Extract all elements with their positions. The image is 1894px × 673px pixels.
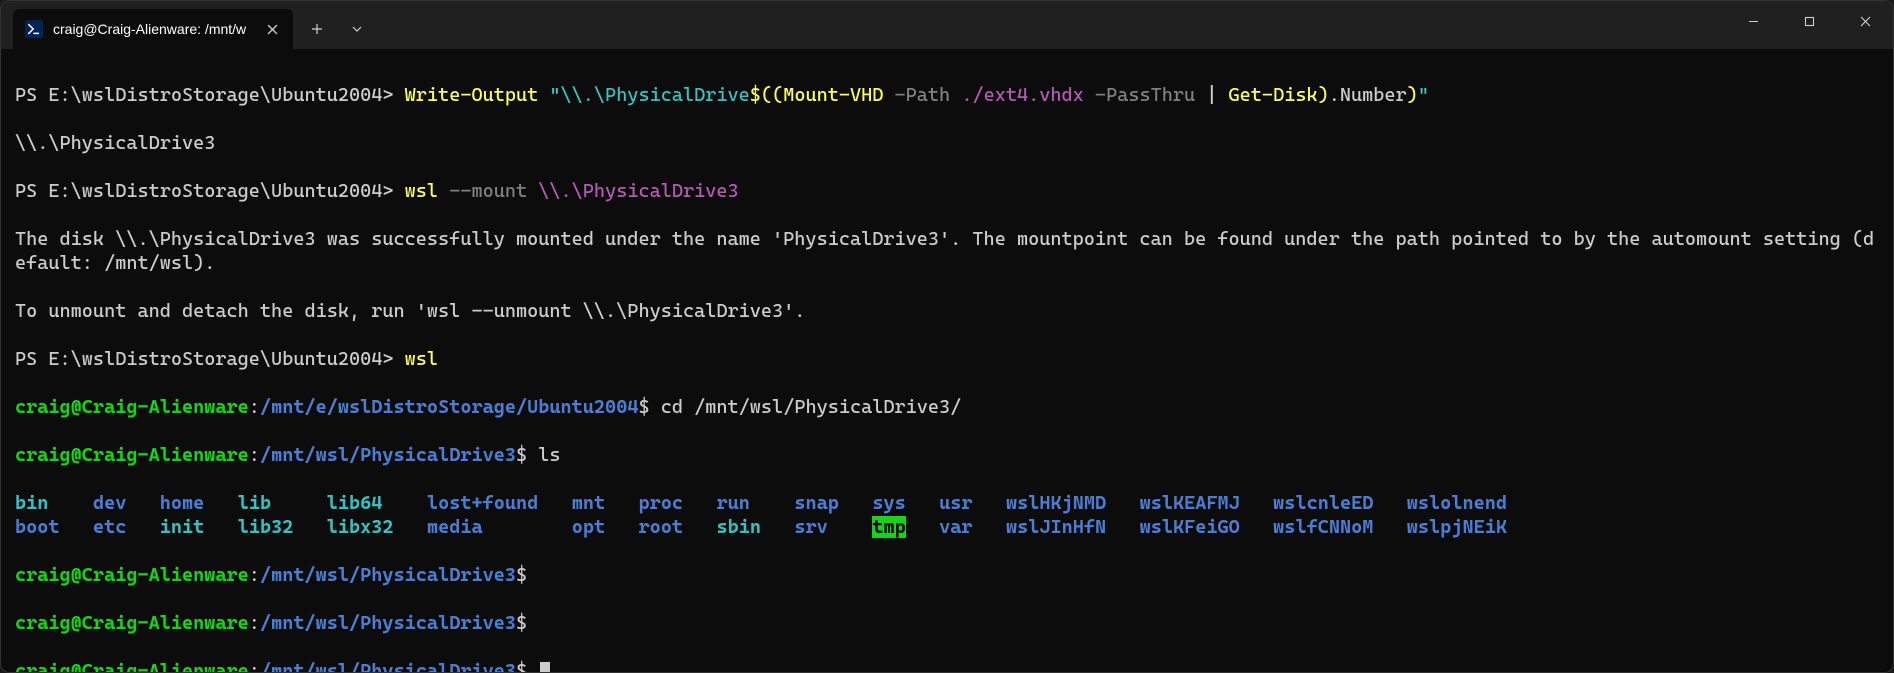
ls-entry: wslolnend: [1407, 492, 1507, 514]
ls-entry: root: [639, 516, 684, 538]
ls-entry: lib: [238, 492, 271, 514]
ls-output: bin dev home lib lib64 lost+found mnt pr…: [15, 491, 1879, 539]
bash-user: craig@Craig-Alienware: [15, 396, 249, 418]
ls-entry: wslKEAFMJ: [1140, 492, 1240, 514]
terminal-line: PS E:\wslDistroStorage\Ubuntu2004> wsl: [15, 347, 1879, 371]
ls-entry: lost+found: [427, 492, 538, 514]
ls-entry: dev: [93, 492, 126, 514]
ls-entry: usr: [939, 492, 972, 514]
ps-prompt: PS E:\wslDistroStorage\Ubuntu2004>: [15, 84, 405, 106]
ls-entry: proc: [639, 492, 684, 514]
close-button[interactable]: [1837, 1, 1893, 41]
ps-command: Get-Disk: [1229, 84, 1318, 106]
terminal-line: PS E:\wslDistroStorage\Ubuntu2004> Write…: [15, 83, 1879, 107]
bash-path: /mnt/wsl/PhysicalDrive3: [260, 660, 516, 672]
ls-entry: boot: [15, 516, 60, 538]
ls-entry: mnt: [572, 492, 605, 514]
ls-entry: libx32: [327, 516, 394, 538]
bash-user: craig@Craig-Alienware: [15, 444, 249, 466]
ps-param: -Path: [883, 84, 961, 106]
ls-entry: lib64: [327, 492, 383, 514]
window-controls: [1725, 1, 1893, 41]
terminal-line: craig@Craig-Alienware:/mnt/wsl/PhysicalD…: [15, 611, 1879, 635]
minimize-button[interactable]: [1725, 1, 1781, 41]
tab-title: craig@Craig-Alienware: /mnt/w: [53, 21, 253, 37]
powershell-icon: [25, 20, 43, 38]
ps-arg: \\.\PhysicalDrive3: [538, 180, 738, 202]
bash-user: craig@Craig-Alienware: [15, 660, 249, 672]
ps-command: wsl: [405, 180, 438, 202]
terminal-line: PS E:\wslDistroStorage\Ubuntu2004> wsl -…: [15, 179, 1879, 203]
terminal-line: \\.\PhysicalDrive3: [15, 131, 1879, 155]
ls-entry: opt: [572, 516, 605, 538]
ls-row: boot etc init lib32 libx32 media opt roo…: [15, 515, 1879, 539]
ls-entry: wslfCNNoM: [1273, 516, 1373, 538]
maximize-button[interactable]: [1781, 1, 1837, 41]
ls-entry: wslJInHfN: [1006, 516, 1106, 538]
bash-path: /mnt/wsl/PhysicalDrive3: [260, 564, 516, 586]
tab-dropdown-button[interactable]: [339, 11, 375, 47]
ps-param: --mount: [438, 180, 538, 202]
cursor: [540, 662, 550, 672]
ls-entry: init: [160, 516, 205, 538]
bash-path: /mnt/wsl/PhysicalDrive3: [260, 444, 516, 466]
tab-controls: [299, 9, 375, 49]
ls-entry: wslcnleED: [1273, 492, 1373, 514]
ls-entry: srv: [794, 516, 827, 538]
ls-entry: lib32: [238, 516, 294, 538]
terminal-window: craig@Craig-Alienware: /mnt/w: [0, 0, 1894, 673]
terminal-line: craig@Craig-Alienware:/mnt/wsl/PhysicalD…: [15, 443, 1879, 467]
ls-entry: bin: [15, 492, 48, 514]
output-text: To unmount and detach the disk, run 'wsl…: [15, 300, 805, 322]
terminal-line: The disk \\.\PhysicalDrive3 was successf…: [15, 227, 1879, 275]
terminal-line: craig@Craig-Alienware:/mnt/wsl/PhysicalD…: [15, 563, 1879, 587]
title-bar: craig@Craig-Alienware: /mnt/w: [1, 1, 1893, 49]
ps-param: -PassThru: [1084, 84, 1206, 106]
ps-prompt: PS E:\wslDistroStorage\Ubuntu2004>: [15, 180, 405, 202]
ls-entry: wslKFeiGO: [1140, 516, 1240, 538]
terminal-line: craig@Craig-Alienware:/mnt/wsl/PhysicalD…: [15, 659, 1879, 672]
terminal-line: craig@Craig-Alienware:/mnt/e/wslDistroSt…: [15, 395, 1879, 419]
bash-user: craig@Craig-Alienware: [15, 612, 249, 634]
ls-entry: wslHKjNMD: [1006, 492, 1106, 514]
bash-path: /mnt/e/wslDistroStorage/Ubuntu2004: [260, 396, 639, 418]
bash-command: cd /mnt/wsl/PhysicalDrive3/: [650, 396, 962, 418]
bash-command: ls: [527, 444, 560, 466]
ps-string: "\\.\PhysicalDrive: [549, 84, 749, 106]
ps-command: Write-Output: [405, 84, 539, 106]
bash-user: craig@Craig-Alienware: [15, 564, 249, 586]
output-text: \\.\PhysicalDrive3: [15, 132, 215, 154]
ps-command: wsl: [405, 348, 438, 370]
ls-entry: sbin: [716, 516, 761, 538]
ps-prompt: PS E:\wslDistroStorage\Ubuntu2004>: [15, 348, 405, 370]
ls-entry: sys: [872, 492, 905, 514]
ps-command: Mount-VHD: [783, 84, 883, 106]
ls-row: bin dev home lib lib64 lost+found mnt pr…: [15, 491, 1879, 515]
bash-path: /mnt/wsl/PhysicalDrive3: [260, 612, 516, 634]
output-text: The disk \\.\PhysicalDrive3 was successf…: [15, 228, 1874, 274]
ls-entry: run: [716, 492, 749, 514]
ls-entry: tmp: [872, 516, 905, 538]
terminal-line: To unmount and detach the disk, run 'wsl…: [15, 299, 1879, 323]
ls-entry: media: [427, 516, 483, 538]
tab-active[interactable]: craig@Craig-Alienware: /mnt/w: [13, 9, 293, 49]
ls-entry: etc: [93, 516, 126, 538]
terminal-body[interactable]: PS E:\wslDistroStorage\Ubuntu2004> Write…: [1, 49, 1893, 672]
ls-entry: wslpjNEiK: [1407, 516, 1507, 538]
ls-entry: var: [939, 516, 972, 538]
ps-arg: ./ext4.vhdx: [961, 84, 1083, 106]
ls-entry: home: [160, 492, 205, 514]
tab-close-button[interactable]: [263, 20, 281, 38]
new-tab-button[interactable]: [299, 11, 335, 47]
ls-entry: snap: [794, 492, 839, 514]
